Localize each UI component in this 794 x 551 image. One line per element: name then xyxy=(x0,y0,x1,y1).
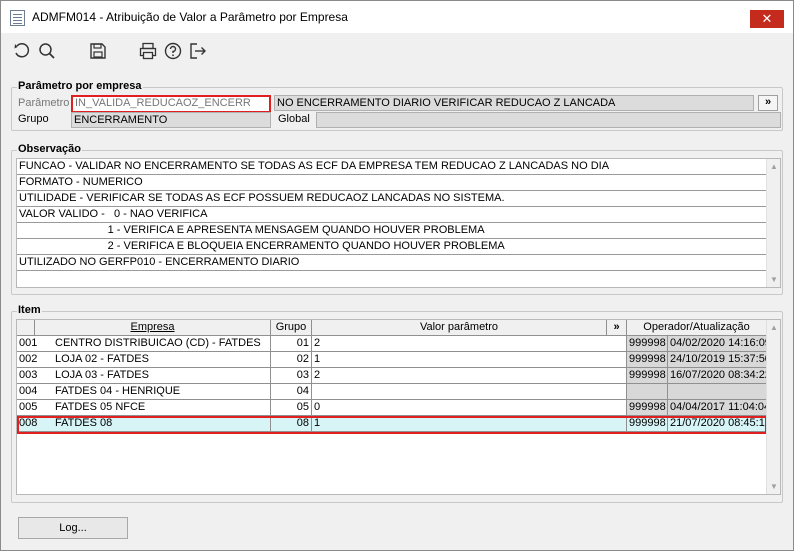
cell-cod: 008 xyxy=(17,416,53,432)
observacao-line: 1 - VERIFICA E APRESENTA MENSAGEM QUANDO… xyxy=(17,223,767,239)
cell-grupo: 03 xyxy=(271,368,312,384)
cell-operador: 999998 xyxy=(627,368,668,384)
table-row[interactable]: 001 CENTRO DISTRIBUICAO (CD) - FATDES 01… xyxy=(17,336,767,352)
global-field xyxy=(316,112,781,128)
cell-cod: 003 xyxy=(17,368,53,384)
header-grupo[interactable]: Grupo xyxy=(271,320,312,336)
cell-grupo: 01 xyxy=(271,336,312,352)
grupo-field: ENCERRAMENTO xyxy=(71,112,271,128)
observacao-line: FUNCAO - VALIDAR NO ENCERRAMENTO SE TODA… xyxy=(17,159,767,175)
cell-valor[interactable] xyxy=(312,384,627,400)
header-operador[interactable]: Operador/Atualização xyxy=(627,320,767,336)
cell-data: 24/10/2019 15:37:50 xyxy=(668,352,767,368)
cell-data: 16/07/2020 08:34:22 xyxy=(668,368,767,384)
window-title: ADMFM014 - Atribuição de Valor a Parâmet… xyxy=(32,10,348,24)
log-button[interactable]: Log... xyxy=(18,517,128,539)
help-icon[interactable] xyxy=(163,41,183,61)
cell-operador: 999998 xyxy=(627,416,668,432)
cell-operador xyxy=(627,384,668,400)
item-scrollbar[interactable]: ▲ ▼ xyxy=(766,320,780,494)
observacao-line: VALOR VALIDO - 0 - NAO VERIFICA xyxy=(17,207,767,223)
cell-empresa: LOJA 02 - FATDES xyxy=(53,352,271,368)
refresh-icon[interactable] xyxy=(12,41,32,61)
table-row[interactable]: 002 LOJA 02 - FATDES 02 1 999998 24/10/2… xyxy=(17,352,767,368)
table-row[interactable]: 004 FATDES 04 - HENRIQUE 04 xyxy=(17,384,767,400)
observacao-textbox[interactable]: FUNCAO - VALIDAR NO ENCERRAMENTO SE TODA… xyxy=(16,158,781,288)
observacao-line: UTILIDADE - VERIFICAR SE TODAS AS ECF PO… xyxy=(17,191,767,207)
item-group-label: Item xyxy=(17,304,42,316)
observacao-line: 2 - VERIFICA E BLOQUEIA ENCERRAMENTO QUA… xyxy=(17,239,767,255)
cell-empresa: FATDES 04 - HENRIQUE xyxy=(53,384,271,400)
cell-valor[interactable]: 1 xyxy=(312,352,627,368)
cell-valor[interactable]: 0 xyxy=(312,400,627,416)
scroll-up-icon[interactable]: ▲ xyxy=(770,162,778,171)
scroll-down-icon[interactable]: ▼ xyxy=(770,482,778,491)
observacao-group-label: Observação xyxy=(17,143,82,155)
search-icon[interactable] xyxy=(37,41,57,61)
cell-data xyxy=(668,384,767,400)
cell-empresa: CENTRO DISTRIBUICAO (CD) - FATDES xyxy=(53,336,271,352)
cell-valor[interactable]: 1 xyxy=(312,416,627,432)
parametro-description: NO ENCERRAMENTO DIARIO VERIFICAR REDUCAO… xyxy=(274,95,754,111)
close-button[interactable]: ✕ xyxy=(750,10,784,28)
parametro-more-button[interactable]: » xyxy=(758,95,778,111)
header-valor[interactable]: Valor parâmetro xyxy=(312,320,607,336)
cell-cod: 005 xyxy=(17,400,53,416)
observacao-line: UTILIZADO NO GERFP010 - ENCERRAMENTO DIA… xyxy=(17,255,767,271)
item-grid[interactable]: Empresa Grupo Valor parâmetro » Operador… xyxy=(16,319,781,495)
main-window: ADMFM014 - Atribuição de Valor a Parâmet… xyxy=(0,0,794,551)
save-icon[interactable] xyxy=(88,41,108,61)
parametro-group-label: Parâmetro por empresa xyxy=(17,80,143,92)
cell-operador: 999998 xyxy=(627,400,668,416)
cell-empresa: FATDES 05 NFCE xyxy=(53,400,271,416)
print-icon[interactable] xyxy=(138,41,158,61)
global-label: Global xyxy=(278,113,310,125)
observacao-scrollbar[interactable]: ▲ ▼ xyxy=(766,159,780,287)
observacao-line: FORMATO - NUMERICO xyxy=(17,175,767,191)
title-bar: ADMFM014 - Atribuição de Valor a Parâmet… xyxy=(1,1,793,33)
header-indicator xyxy=(17,320,35,336)
cell-grupo: 04 xyxy=(271,384,312,400)
cell-valor[interactable]: 2 xyxy=(312,368,627,384)
scroll-up-icon[interactable]: ▲ xyxy=(770,323,778,332)
cell-operador: 999998 xyxy=(627,352,668,368)
table-row[interactable]: 005 FATDES 05 NFCE 05 0 999998 04/04/201… xyxy=(17,400,767,416)
parametro-input[interactable]: IN_VALIDA_REDUCAOZ_ENCERR xyxy=(71,95,271,113)
cell-data: 04/02/2020 14:16:09 xyxy=(668,336,767,352)
cell-grupo: 08 xyxy=(271,416,312,432)
parametro-label: Parâmetro xyxy=(18,97,70,109)
cell-grupo: 02 xyxy=(271,352,312,368)
table-row[interactable]: 003 LOJA 03 - FATDES 03 2 999998 16/07/2… xyxy=(17,368,767,384)
scroll-down-icon[interactable]: ▼ xyxy=(770,275,778,284)
exit-icon[interactable] xyxy=(188,41,208,61)
cell-data: 04/04/2017 11:04:04 xyxy=(668,400,767,416)
table-row-selected[interactable]: 008 FATDES 08 08 1 999998 21/07/2020 08:… xyxy=(17,416,767,432)
grupo-label: Grupo xyxy=(18,113,49,125)
app-icon xyxy=(10,10,25,26)
cell-valor[interactable]: 2 xyxy=(312,336,627,352)
cell-cod: 004 xyxy=(17,384,53,400)
cell-cod: 001 xyxy=(17,336,53,352)
header-empresa[interactable]: Empresa xyxy=(35,320,271,336)
cell-grupo: 05 xyxy=(271,400,312,416)
cell-data: 21/07/2020 08:45:17 xyxy=(668,416,767,432)
toolbar xyxy=(1,33,793,69)
cell-cod: 002 xyxy=(17,352,53,368)
header-more-button[interactable]: » xyxy=(607,320,627,336)
cell-empresa: LOJA 03 - FATDES xyxy=(53,368,271,384)
cell-operador: 999998 xyxy=(627,336,668,352)
cell-empresa: FATDES 08 xyxy=(53,416,271,432)
